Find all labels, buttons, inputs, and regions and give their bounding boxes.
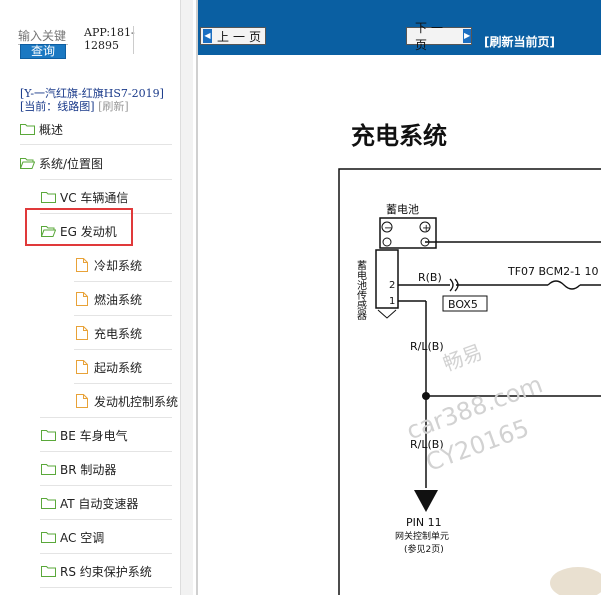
tree-item-label: 系统/位置图: [39, 156, 104, 171]
tree-item-label: RS 约束保护系统: [60, 564, 152, 579]
refresh-page-button[interactable]: [刷新当前页]: [484, 33, 555, 50]
tree-item-label: AC 空调: [60, 530, 105, 545]
minus-symbol: −: [384, 223, 392, 234]
document-icon: [76, 394, 88, 408]
next-page-label: 下一页: [415, 21, 448, 52]
folder-icon: [41, 463, 56, 475]
divider: [40, 179, 172, 180]
tree-item-label: 概述: [39, 122, 64, 137]
box5-label: BOX5: [448, 298, 478, 311]
tree-item-label: AT 自动变速器: [60, 496, 139, 511]
wire-rlb-label: R/L(B): [410, 340, 444, 353]
document-icon: [76, 258, 88, 272]
tree-item-label: 冷却系统: [94, 258, 143, 273]
sidebar-scrollbar[interactable]: [180, 0, 193, 595]
current-view-label: [当前：线路图]: [20, 100, 95, 113]
current-view-line: [当前：线路图] [刷新]: [20, 100, 129, 113]
divider: [20, 144, 172, 145]
pin2-label: 2: [389, 280, 395, 291]
app-id-label: APP:181-12895: [84, 26, 135, 52]
divider: [74, 383, 172, 384]
tree-item-label: BE 车身电气: [60, 428, 128, 443]
tree-item-charging[interactable]: 充电系统: [76, 322, 142, 344]
document-icon: [76, 326, 88, 340]
tree-item-label: 燃油系统: [94, 292, 143, 307]
tree-item-label: BR 制动器: [60, 462, 117, 477]
battery-label: 蓄电池: [386, 203, 419, 216]
gateway-label: 网关控制单元: [395, 530, 449, 542]
divider: [74, 281, 172, 282]
next-page-button[interactable]: 下一页 ▶: [406, 21, 472, 52]
prev-page-label: 上一页: [217, 29, 266, 44]
prev-page-button[interactable]: ◀ 上一页: [200, 27, 266, 45]
divider: [40, 553, 172, 554]
watermark-brand: 畅易: [440, 340, 486, 376]
divider: [40, 587, 172, 588]
plus-symbol: +: [422, 223, 430, 234]
divider: [74, 349, 172, 350]
wiring-diagram: 蓄电池 − + 蓄电池传感器 2 1 R(B) TF07 BCM2-1 10 B…: [338, 168, 601, 595]
tree-item-label: 充电系统: [94, 326, 143, 341]
folder-icon: [41, 531, 56, 543]
tree-item-label: 发动机控制系统: [94, 394, 179, 409]
folder-icon: [41, 191, 56, 203]
divider: [40, 485, 172, 486]
sensor-label-text: 蓄电池传感器: [355, 260, 367, 321]
divider: [40, 417, 172, 418]
vehicle-model-label: [Y-一汽红旗-红旗HS7-2019]: [20, 87, 164, 100]
tree-item-engine-control[interactable]: 发动机控制系统: [76, 390, 178, 412]
battery-sensor-label: 蓄电池传感器: [355, 260, 367, 321]
tree-item-label: VC 车辆通信: [60, 190, 129, 205]
tree-item-system-location[interactable]: 系统/位置图: [20, 152, 103, 174]
arrow-down-icon: [414, 490, 438, 512]
tree-item-fuel[interactable]: 燃油系统: [76, 288, 142, 310]
see-page-label: (参见2页): [404, 543, 444, 555]
folder-icon: [41, 565, 56, 577]
search-button[interactable]: 查询: [20, 44, 66, 59]
page-toolbar: ◀ 上一页 下一页 ▶ [刷新当前页]: [198, 0, 601, 55]
arrow-right-icon: ▶: [463, 29, 471, 43]
document-icon: [76, 292, 88, 306]
folder-icon: [20, 123, 35, 135]
refresh-link[interactable]: [刷新]: [98, 100, 129, 113]
tree-item-starting[interactable]: 起动系统: [76, 356, 142, 378]
folder-icon: [41, 429, 56, 441]
fuse-label: TF07 BCM2-1 10: [507, 265, 599, 278]
tree-item-be[interactable]: BE 车身电气: [41, 424, 128, 446]
wire-rb-label: R(B): [418, 271, 442, 284]
terminal-bolt-icon: [382, 237, 392, 247]
divider: [133, 26, 134, 54]
search-input[interactable]: [18, 28, 68, 44]
arrow-left-icon: ◀: [203, 29, 212, 43]
tree-item-cooling[interactable]: 冷却系统: [76, 254, 142, 276]
tree-item-br[interactable]: BR 制动器: [41, 458, 116, 480]
tree-item-overview[interactable]: 概述: [20, 118, 63, 140]
diagram-frame: [338, 168, 601, 595]
tree-item-at[interactable]: AT 自动变速器: [41, 492, 138, 514]
tree-item-label: 起动系统: [94, 360, 143, 375]
pin11-label: PIN 11: [406, 516, 442, 529]
decorative-image: [550, 567, 601, 595]
divider: [40, 519, 172, 520]
tree-item-ac[interactable]: AC 空调: [41, 526, 104, 548]
pin1-label: 1: [389, 296, 395, 307]
selection-highlight: [25, 208, 133, 246]
page-title: 充电系统: [351, 122, 447, 150]
fuse-icon: [547, 280, 581, 290]
divider: [40, 451, 172, 452]
folder-icon: [41, 497, 56, 509]
sidebar: 查询 APP:181-12895 [Y-一汽红旗-红旗HS7-2019] [当前…: [0, 0, 193, 595]
folder-open-icon: [20, 157, 35, 169]
tree-item-vc[interactable]: VC 车辆通信: [41, 186, 128, 208]
sensor-clamp: [377, 309, 397, 319]
divider: [74, 315, 172, 316]
tree-item-rs[interactable]: RS 约束保护系统: [41, 560, 152, 582]
document-icon: [76, 360, 88, 374]
